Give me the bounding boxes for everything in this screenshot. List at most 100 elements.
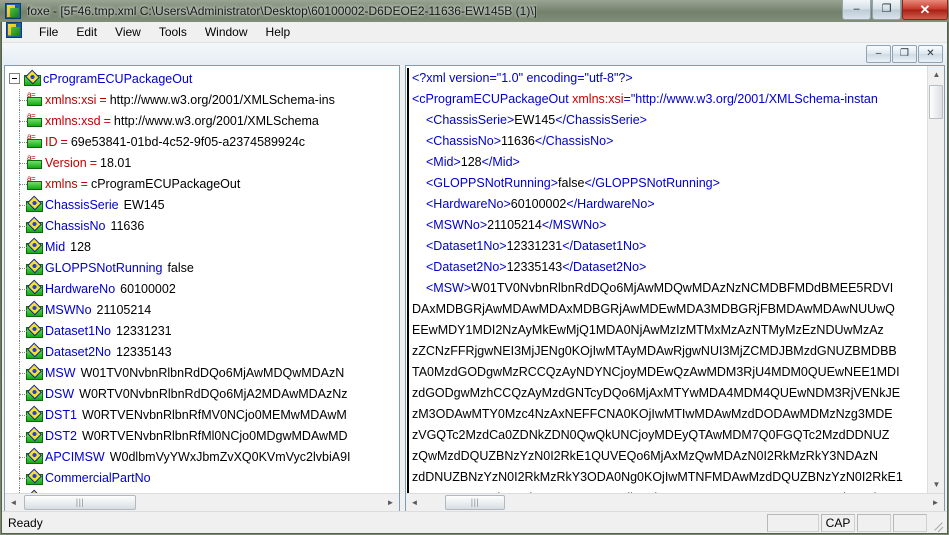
maximize-button[interactable]: ❐ [872,0,901,20]
tree-node-value: 12335143 [111,345,172,359]
xml-token: EEwMDY1MDI2NzAyMkEwMjQ1MDA0NjAwMzIzMTMxM… [412,323,884,337]
tree-row[interactable]: HardwareNo60100002 [9,278,399,299]
menu-item-help[interactable]: Help [258,23,299,41]
tree-hscroll-track[interactable]: ||| [22,494,382,511]
xml-vscroll-thumb[interactable] [929,85,943,119]
menu-item-edit[interactable]: Edit [68,23,105,41]
mdi-minimize-button[interactable]: – [866,45,891,63]
tree-node-name: DST2 [45,429,77,443]
tree-node-name: CommercialPartNo [45,471,151,485]
xml-token: zM3ODAwMTY0Mzc4NzAxNEFFCNA0KOjIwMTIwMDAw… [412,407,893,421]
close-button[interactable]: ✕ [902,0,948,20]
xml-token: <cProgramECUPackageOut [412,92,572,106]
tree-row[interactable]: ChassisSerieEW145 [9,194,399,215]
tree-node-value: 60100002 [115,282,176,296]
xml-attribute-icon [26,93,41,107]
xml-hscroll-right-arrow[interactable]: ► [927,494,944,511]
xml-token: xmlns:xsi [572,92,623,106]
status-cell-4 [893,514,927,532]
tree-node-value: W01TV0NvbnRlbnRdDQo6MjAwMDQwMDAzN [76,366,345,380]
status-cell-caps: CAP [821,514,855,532]
xml-viewport[interactable]: <?xml version="1.0" encoding="utf-8"?><c… [406,66,927,493]
tree-row[interactable]: MSWNo21105214 [9,299,399,320]
xml-token: </HardwareNo> [566,197,654,211]
tree-hscroll-thumb[interactable]: ||| [24,495,136,510]
tree-row[interactable]: GLOPPSNotRunningfalse [9,257,399,278]
tree-node-equals: = [96,93,109,107]
status-cell-1 [767,514,819,532]
tree-hscroll-right-arrow[interactable]: ► [382,494,399,511]
mdi-close-button[interactable]: ✕ [918,45,943,63]
xml-token: false [558,176,584,190]
xml-source-line: zdGODgwMzhCCQzAyMzdGNTcyDQo6MjAxMTYwMDA4… [412,383,927,404]
collapse-expander-icon[interactable] [9,73,20,84]
xml-source-pane: <?xml version="1.0" encoding="utf-8"?><c… [405,65,945,511]
tree-row[interactable]: Mid128 [9,236,399,257]
resize-grip-icon[interactable] [929,515,945,531]
status-bar: Ready CAP [2,511,947,533]
tree-row-root[interactable]: cProgramECUPackageOut [9,68,399,89]
mdi-restore-button[interactable]: ❐ [892,45,917,63]
xml-attribute-icon [26,135,41,149]
xml-hscroll-track[interactable]: ||| [423,494,927,511]
tree-row[interactable]: CommercialDescriptionFree of charge [9,488,399,493]
tree-row[interactable]: Version=18.01 [9,152,399,173]
tree-row[interactable]: APCIMSWW0dlbmVyYWxJbmZvXQ0KVmVyc2lvbiA9I [9,446,399,467]
tree-row[interactable]: DSWW0RTV0NvbnRlbnRdDQo6MjA2MDAwMDAzNz [9,383,399,404]
tree-row[interactable]: CommercialPartNo [9,467,399,488]
xml-element-icon [26,408,41,422]
split-panes: cProgramECUPackageOutxmlns:xsi=http://ww… [2,65,947,511]
tree-row[interactable]: Dataset2No12335143 [9,341,399,362]
xml-source-line: zVGQTc2MzdCa0ZDNkZDN0QwQkUNCjoyMDEyQTAwM… [412,425,927,446]
xml-element-icon [26,324,41,338]
xml-vscroll-down-arrow[interactable]: ▼ [928,476,944,493]
tree-row[interactable]: Dataset1No12331231 [9,320,399,341]
tree-node-equals: = [78,177,91,191]
xml-tree-pane: cProgramECUPackageOutxmlns:xsi=http://ww… [4,65,400,511]
xml-element-icon [26,471,41,485]
tree-row[interactable]: xmlns=cProgramECUPackageOut [9,173,399,194]
menu-item-tools[interactable]: Tools [151,23,195,41]
xml-token: </Dataset1No> [562,239,646,253]
tree-horizontal-scrollbar[interactable]: ◄ ||| ► [5,493,399,510]
xml-hscroll-thumb[interactable]: ||| [445,495,505,510]
xml-token: <Dataset1No> [426,239,507,253]
menu-item-file[interactable]: File [31,23,66,41]
xml-source-line: EEwMDY1MDI2NzAyMkEwMjQ1MDA0NjAwMzIzMTMxM… [412,320,927,341]
xml-token: DAxMDBGRjAwMDAwMDAxMDBGRjAwMDEwMDA3MDBGR… [412,302,895,316]
tree-viewport[interactable]: cProgramECUPackageOutxmlns:xsi=http://ww… [5,66,399,493]
xml-element-icon [24,72,39,86]
tree-row[interactable]: DST1W0RTVENvbnRlbnRfMV0NCjo0MEMwMDAwM [9,404,399,425]
xml-element-icon [26,198,41,212]
tree-row[interactable]: ID=69e53841-01bd-4c52-9f05-a2374589924c [9,131,399,152]
menu-item-view[interactable]: View [107,23,149,41]
tree-node-name: Mid [45,240,65,254]
menu-item-window[interactable]: Window [197,23,256,41]
xml-body: <?xml version="1.0" encoding="utf-8"?><c… [406,66,944,493]
tree-node-value: 21105214 [92,303,152,317]
xml-element-icon [26,240,41,254]
menu-app-icon[interactable] [6,22,22,43]
xml-vertical-scrollbar[interactable]: ▲ ▼ [927,66,944,493]
xml-vscroll-track[interactable] [928,83,944,476]
xml-hscroll-left-arrow[interactable]: ◄ [406,494,423,511]
xml-token: <Mid> [426,155,461,169]
tree-row[interactable]: xmlns:xsd=http://www.w3.org/2001/XMLSche… [9,110,399,131]
status-message: Ready [2,516,767,530]
xml-token: ="http://www.w3.org/2001/XMLSchema-insta… [624,92,878,106]
xml-source-line: <MSWNo>21105214</MSWNo> [412,215,927,236]
xml-source-line: <Dataset2No>12335143</Dataset2No> [412,257,927,278]
xml-horizontal-scrollbar[interactable]: ◄ ||| ► [406,493,944,510]
xml-source-text[interactable]: <?xml version="1.0" encoding="utf-8"?><c… [407,68,927,493]
xml-token: <ChassisSerie> [426,113,514,127]
tree-node-value: 11636 [105,219,144,233]
tree-row[interactable]: xmlns:xsi=http://www.w3.org/2001/XMLSche… [9,89,399,110]
xml-token: zdDNUZBNzYzN0I2RkMzRkY3ODA0Ng0KOjIwMTNFM… [412,470,903,484]
tree-row[interactable]: ChassisNo11636 [9,215,399,236]
tree-node-value: false [162,261,193,275]
tree-hscroll-left-arrow[interactable]: ◄ [5,494,22,511]
tree-row[interactable]: DST2W0RTVENvbnRlbnRfMl0NCjo0MDgwMDAwMD [9,425,399,446]
xml-vscroll-up-arrow[interactable]: ▲ [928,66,944,83]
minimize-button[interactable]: – [842,0,871,20]
tree-row[interactable]: MSWW01TV0NvbnRlbnRdDQo6MjAwMDQwMDAzN [9,362,399,383]
